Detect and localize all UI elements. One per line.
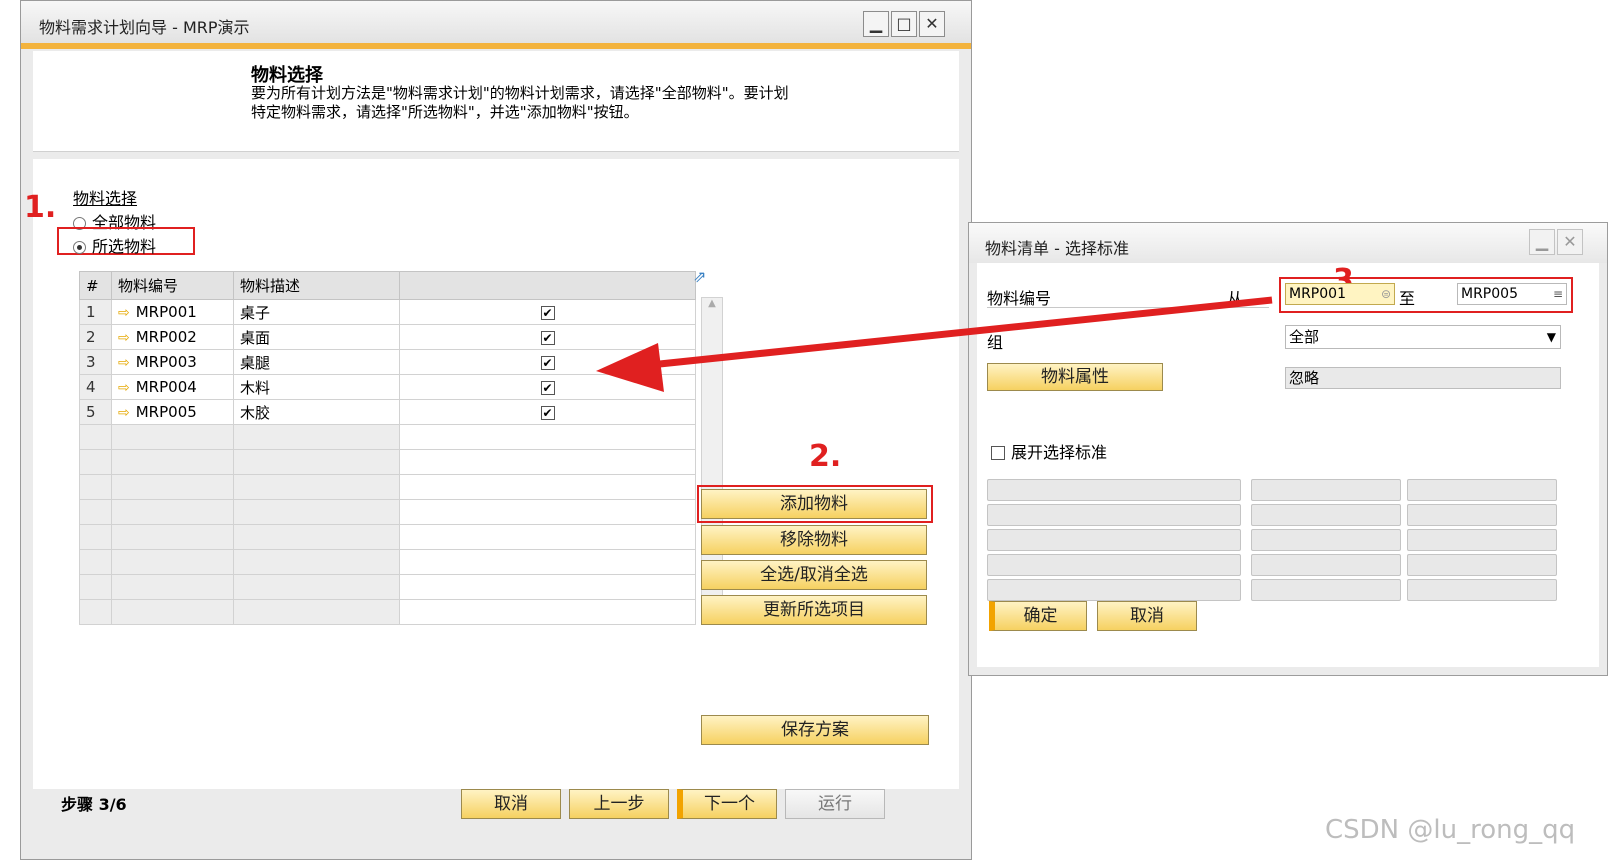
arrow-head	[596, 343, 664, 392]
watermark: CSDN @lu_rong_qq	[1325, 815, 1576, 845]
arrow-shaft	[649, 296, 1273, 369]
annotation-arrow	[596, 296, 1273, 392]
